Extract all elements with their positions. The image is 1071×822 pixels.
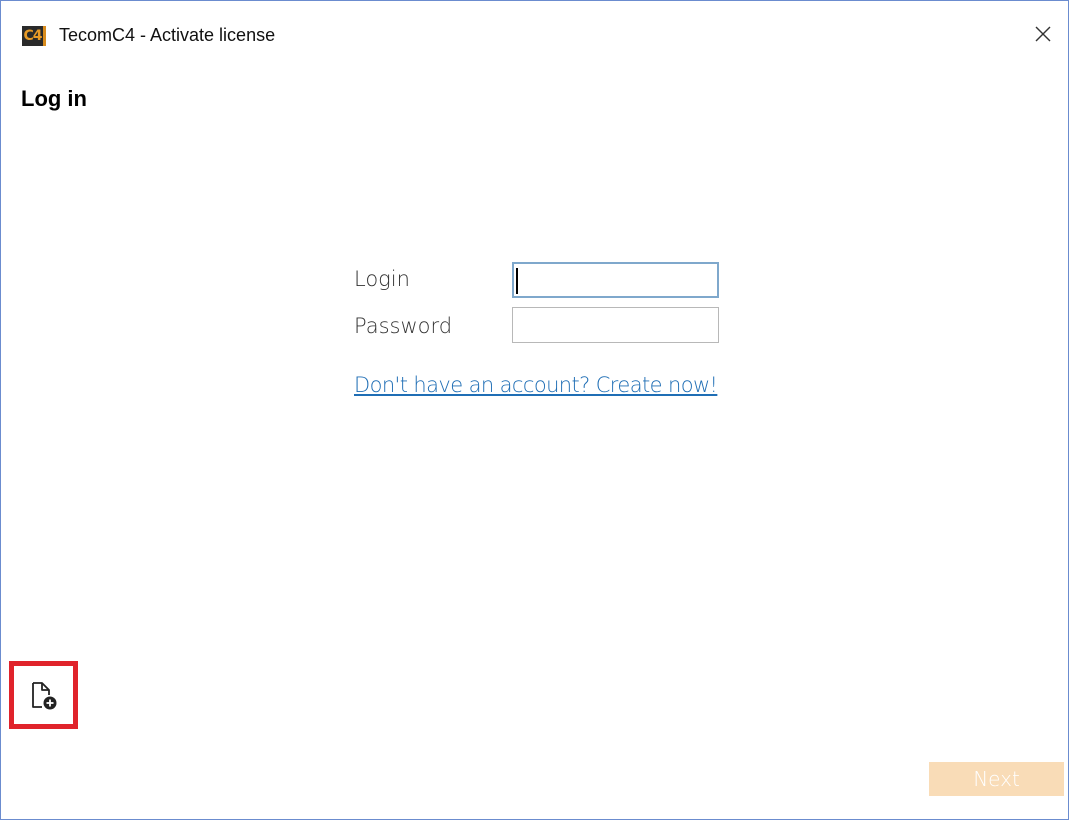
- window-title: TecomC4 - Activate license: [59, 25, 276, 45]
- title-bar: C4 TecomC4 - Activate license: [1, 1, 1068, 65]
- password-input[interactable]: [512, 307, 719, 343]
- close-icon: [1035, 26, 1051, 42]
- next-button[interactable]: Next: [929, 762, 1064, 796]
- close-button[interactable]: [1028, 19, 1058, 49]
- page-title: Log in: [21, 86, 87, 111]
- activate-license-window: C4 TecomC4 - Activate license Log in Log…: [0, 0, 1069, 820]
- app-logo: C4: [22, 26, 46, 46]
- password-label: Password: [354, 314, 453, 338]
- add-file-icon: [32, 682, 57, 710]
- login-label: Login: [354, 267, 410, 291]
- login-input[interactable]: [512, 262, 719, 298]
- text-caret: [516, 268, 518, 294]
- create-account-link[interactable]: Don't have an account? Create now!: [354, 373, 718, 397]
- add-license-file-button[interactable]: [9, 661, 78, 729]
